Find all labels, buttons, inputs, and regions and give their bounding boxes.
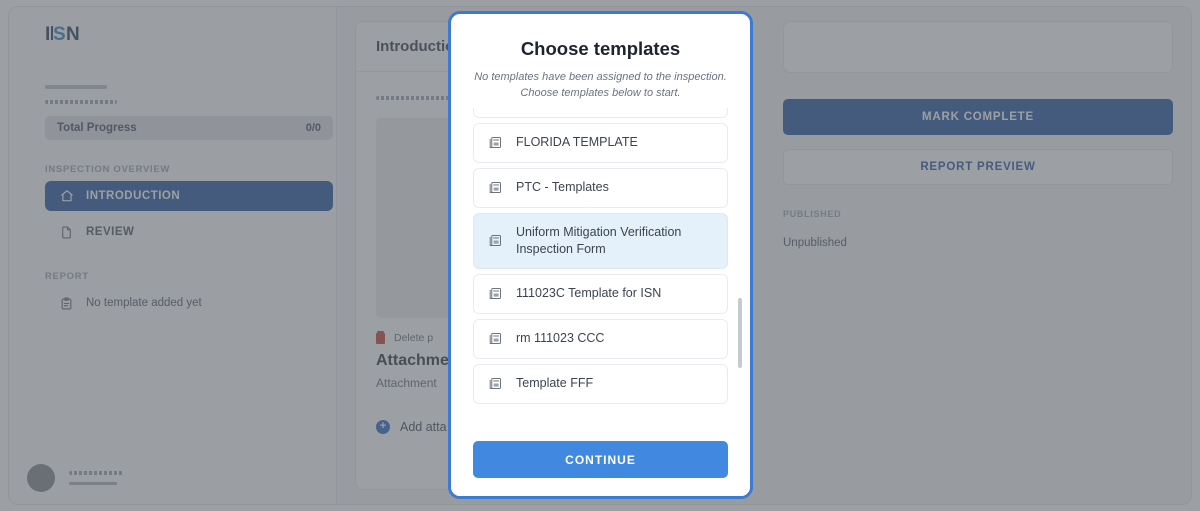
pdf-template-icon bbox=[488, 331, 503, 346]
template-list-item[interactable]: Uniform Mitigation Verification Inspecti… bbox=[473, 213, 728, 269]
continue-button[interactable]: CONTINUE bbox=[473, 441, 728, 478]
modal-subtitle: No templates have been assigned to the i… bbox=[473, 70, 728, 102]
pdf-template-icon bbox=[488, 108, 503, 109]
template-list-item[interactable]: FLORIDA TEMPLATE bbox=[473, 123, 728, 163]
template-list[interactable]: Mold - Basic FLORIDA TEMPLATE PTC - Templa… bbox=[451, 108, 750, 427]
pdf-template-icon bbox=[488, 233, 503, 248]
template-list-item[interactable]: Template FFF bbox=[473, 364, 728, 404]
modal-footer: CONTINUE bbox=[451, 427, 750, 496]
app-root: I S N Total Progress 0/0 INSPECTION OVER… bbox=[0, 0, 1200, 511]
pdf-template-icon bbox=[488, 376, 503, 391]
modal-title: Choose templates bbox=[451, 38, 750, 60]
template-list-item[interactable]: Mold - Basic bbox=[473, 108, 728, 118]
template-list-item-label: Template FFF bbox=[516, 375, 713, 392]
template-list-item-label: Mold - Basic bbox=[516, 108, 713, 109]
pdf-template-icon bbox=[488, 286, 503, 301]
list-fade bbox=[473, 409, 728, 427]
template-list-item-label: 111023C Template for ISN bbox=[516, 285, 713, 302]
template-list-item-label: rm 111023 CCC bbox=[516, 330, 713, 347]
template-list-item-label: FLORIDA TEMPLATE bbox=[516, 134, 713, 151]
template-list-item-label: PTC - Templates bbox=[516, 179, 713, 196]
pdf-template-icon bbox=[488, 180, 503, 195]
template-list-item[interactable]: rm 111023 CCC bbox=[473, 319, 728, 359]
template-list-item-label: Uniform Mitigation Verification Inspecti… bbox=[516, 224, 713, 258]
template-list-item[interactable]: PTC - Templates bbox=[473, 168, 728, 208]
template-list-item[interactable]: 111023C Template for ISN bbox=[473, 274, 728, 314]
choose-templates-modal: Choose templates No templates have been … bbox=[448, 11, 753, 499]
pdf-template-icon bbox=[488, 135, 503, 150]
template-list-scrollbar[interactable] bbox=[738, 298, 742, 368]
